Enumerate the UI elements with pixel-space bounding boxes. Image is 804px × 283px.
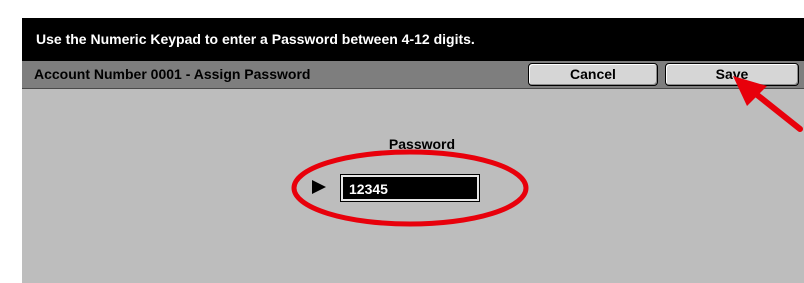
title-bar: Account Number 0001 - Assign Password Ca…	[22, 61, 804, 89]
save-button[interactable]: Save	[665, 63, 799, 86]
password-field[interactable]: 12345	[341, 175, 479, 201]
instruction-text: Use the Numeric Keypad to enter a Passwo…	[36, 31, 475, 47]
field-pointer-icon	[312, 180, 326, 194]
password-label: Password	[388, 136, 456, 152]
cancel-button[interactable]: Cancel	[528, 63, 658, 86]
touch-screen: Use the Numeric Keypad to enter a Passwo…	[22, 18, 804, 283]
screen-title: Account Number 0001 - Assign Password	[34, 66, 311, 82]
instruction-bar: Use the Numeric Keypad to enter a Passwo…	[22, 18, 804, 61]
